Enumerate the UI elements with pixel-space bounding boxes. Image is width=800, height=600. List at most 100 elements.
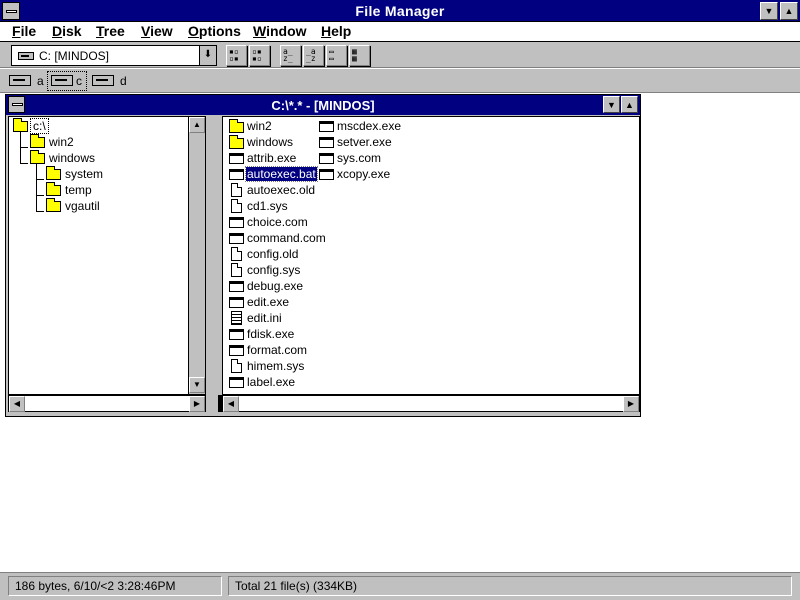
- program-file-icon: [229, 297, 244, 308]
- program-file-icon: [229, 377, 244, 388]
- file-name: windows: [247, 135, 294, 149]
- status-bar: 186 bytes, 6/10/<2 3:28:46PM Total 21 fi…: [0, 572, 800, 600]
- drive-a-label: a: [37, 74, 44, 88]
- sort-by-date-button[interactable]: ▦ ▦: [349, 45, 370, 66]
- file-name: himem.sys: [247, 359, 305, 373]
- program-file-icon: [229, 217, 244, 228]
- app-title-bar[interactable]: File Manager ▼ ▲: [0, 0, 800, 22]
- child-minimize-button[interactable]: ▼: [603, 96, 620, 113]
- folder-icon: [46, 182, 61, 196]
- tree-horizontal-scrollbar[interactable]: ◀ ▶: [8, 395, 206, 412]
- drive-select[interactable]: C: [MINDOS] ⬇: [11, 45, 217, 66]
- open-folder-icon: [13, 118, 28, 132]
- drive-select-value: C: [MINDOS]: [39, 49, 110, 63]
- menu-options[interactable]: Options: [188, 23, 241, 39]
- hard-drive-icon: [51, 75, 73, 86]
- tree-vertical-scrollbar[interactable]: ▲ ▼: [188, 117, 205, 394]
- tree-connector: [36, 196, 44, 212]
- file-name: sys.com: [337, 151, 382, 165]
- drive-a[interactable]: a: [9, 72, 45, 90]
- sort-by-type-icon: _a _z: [306, 47, 316, 63]
- menu-disk[interactable]: Disk: [52, 23, 82, 39]
- disconnect-net-drive-icon: ▫▪ ▪▫: [252, 47, 262, 63]
- tree-connector: [36, 164, 44, 180]
- file-name: autoexec.bat: [245, 166, 318, 182]
- file-name: attrib.exe: [247, 151, 297, 165]
- program-file-icon: [229, 233, 244, 244]
- file-name: label.exe: [247, 375, 296, 389]
- hard-drive-icon: [18, 52, 34, 60]
- scroll-left-arrow-icon[interactable]: ◀: [223, 396, 239, 412]
- sort-by-name-icon: a_ z_: [283, 47, 293, 63]
- app-title: File Manager: [355, 3, 445, 19]
- tree-connector: [20, 148, 28, 164]
- directory-window-title-bar[interactable]: C:\*.* - [MINDOS] ▼ ▲: [6, 95, 640, 115]
- cdrom-drive-icon: [92, 75, 114, 86]
- scroll-down-arrow-icon[interactable]: ▼: [189, 377, 205, 393]
- file-name: setver.exe: [337, 135, 392, 149]
- file-name: edit.exe: [247, 295, 290, 309]
- scroll-track[interactable]: [239, 396, 623, 411]
- file-name: debug.exe: [247, 279, 304, 293]
- scroll-up-arrow-icon[interactable]: ▲: [189, 117, 205, 133]
- tree-connector: [36, 180, 44, 196]
- program-file-icon: [319, 121, 334, 132]
- file-name: command.com: [247, 231, 326, 245]
- program-file-icon: [229, 153, 244, 164]
- directory-window-title: C:\*.* - [MINDOS]: [271, 98, 375, 113]
- text-file-icon: [231, 311, 242, 325]
- file-name: xcopy.exe: [337, 167, 391, 181]
- status-total-files: Total 21 file(s) (334KB): [228, 576, 792, 596]
- maximize-button[interactable]: ▲: [780, 2, 798, 20]
- drive-c-label: c: [76, 74, 82, 88]
- program-file-icon: [229, 281, 244, 292]
- disconnect-net-drive-button[interactable]: ▫▪ ▪▫: [249, 45, 270, 66]
- directory-tree[interactable]: c:\ win2 windows system temp vgautil ▲ ▼: [8, 116, 206, 395]
- file-name: cd1.sys: [247, 199, 288, 213]
- directory-window: C:\*.* - [MINDOS] ▼ ▲ c:\ win2 windows s…: [5, 94, 641, 417]
- drive-c[interactable]: c: [47, 71, 87, 91]
- menu-view[interactable]: View: [141, 23, 173, 39]
- minimize-button[interactable]: ▼: [760, 2, 778, 20]
- scroll-track[interactable]: [25, 396, 189, 411]
- program-file-icon: [319, 137, 334, 148]
- document-file-icon: [231, 183, 242, 197]
- child-maximize-button[interactable]: ▲: [621, 96, 638, 113]
- document-file-icon: [231, 199, 242, 213]
- connect-net-drive-button[interactable]: ▪▫ ▫▪: [226, 45, 247, 66]
- file-name: fdisk.exe: [247, 327, 295, 341]
- floppy-drive-icon: [9, 75, 31, 86]
- status-selection-info: 186 bytes, 6/10/<2 3:28:46PM: [8, 576, 222, 596]
- folder-icon: [30, 134, 45, 148]
- scroll-left-arrow-icon[interactable]: ◀: [9, 396, 25, 412]
- dropdown-arrow-icon[interactable]: ⬇: [199, 46, 216, 65]
- folder-icon: [46, 166, 61, 180]
- sort-by-size-icon: ▭ ▭: [329, 47, 334, 63]
- file-list[interactable]: win2 windows attrib.exe autoexec.bat autoexe…: [222, 116, 640, 395]
- file-name: win2: [247, 119, 272, 133]
- drive-d[interactable]: d: [92, 72, 128, 90]
- program-file-icon: [229, 169, 244, 180]
- file-list-horizontal-scrollbar[interactable]: ◀ ▶: [222, 395, 640, 412]
- sort-by-size-button[interactable]: ▭ ▭: [326, 45, 347, 66]
- folder-icon: [46, 198, 61, 212]
- toolbar: C: [MINDOS] ⬇ ▪▫ ▫▪ ▫▪ ▪▫ a_ z_ _a _z ▭ ▭ ▦ ▦: [0, 42, 800, 68]
- program-file-icon: [229, 345, 244, 356]
- sort-by-name-button[interactable]: a_ z_: [280, 45, 301, 66]
- document-file-icon: [231, 359, 242, 373]
- file-name: config.sys: [247, 263, 301, 277]
- file-name: edit.ini: [247, 311, 282, 325]
- menu-file[interactable]: File: [12, 23, 36, 39]
- folder-icon: [229, 135, 244, 149]
- menu-help[interactable]: Help: [321, 23, 351, 39]
- menu-tree[interactable]: Tree: [96, 23, 125, 39]
- scroll-right-arrow-icon[interactable]: ▶: [189, 396, 205, 412]
- menu-bar: File Disk Tree View Options Window Help: [0, 22, 800, 42]
- folder-icon: [229, 119, 244, 133]
- scroll-right-arrow-icon[interactable]: ▶: [623, 396, 639, 412]
- menu-window[interactable]: Window: [253, 23, 307, 39]
- file-name: config.old: [247, 247, 299, 261]
- file-name: mscdex.exe: [337, 119, 402, 133]
- sort-by-type-button[interactable]: _a _z: [303, 45, 324, 66]
- connect-net-drive-icon: ▪▫ ▫▪: [229, 47, 239, 63]
